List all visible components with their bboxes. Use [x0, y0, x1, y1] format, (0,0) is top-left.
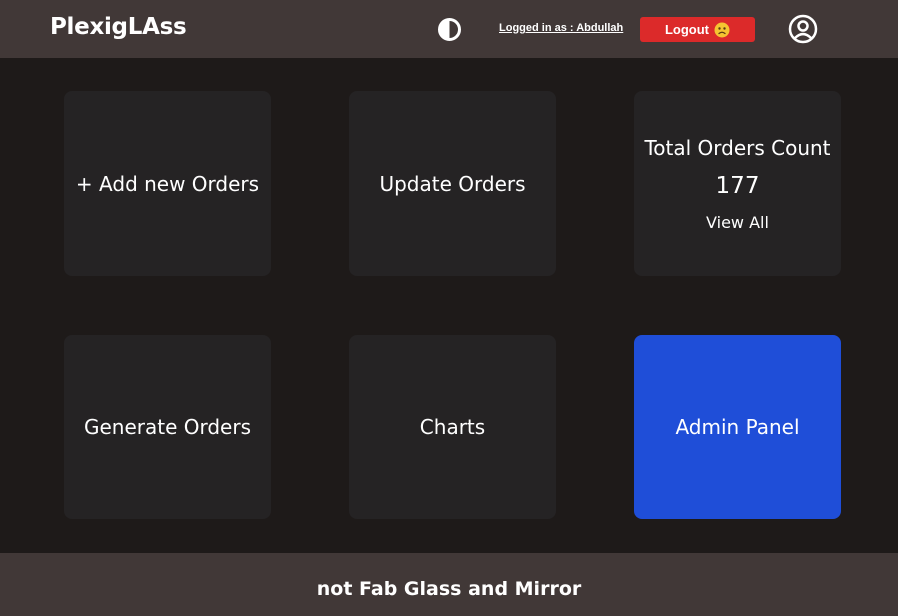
profile-button[interactable]: [788, 14, 818, 44]
theme-toggle-button[interactable]: [437, 17, 462, 42]
logout-button[interactable]: Logout: [640, 17, 755, 42]
charts-card[interactable]: Charts: [349, 335, 556, 519]
generate-orders-label: Generate Orders: [83, 415, 252, 439]
charts-label: Charts: [419, 415, 486, 439]
update-orders-card[interactable]: Update Orders: [349, 91, 556, 276]
user-circle-icon: [788, 14, 818, 44]
footer-text: not Fab Glass and Mirror: [316, 577, 582, 600]
total-orders-card: Total Orders Count 177 View All: [634, 91, 841, 276]
generate-orders-card[interactable]: Generate Orders: [64, 335, 271, 519]
total-orders-count: 177: [715, 172, 760, 199]
add-orders-label: + Add new Orders: [75, 171, 260, 196]
admin-panel-label: Admin Panel: [675, 415, 800, 439]
navbar: PlexigLAss Logged in as : Abdullah Logou…: [0, 0, 898, 58]
update-orders-label: Update Orders: [379, 171, 526, 196]
view-all-link[interactable]: View All: [706, 213, 769, 232]
footer: not Fab Glass and Mirror: [0, 553, 898, 616]
admin-panel-card[interactable]: Admin Panel: [634, 335, 841, 519]
logged-in-user-link[interactable]: Logged in as : Abdullah: [499, 22, 623, 34]
brand-logo[interactable]: PlexigLAss: [50, 14, 187, 40]
add-orders-card[interactable]: + Add new Orders: [64, 91, 271, 276]
worried-face-icon: [714, 22, 730, 38]
logout-label: Logout: [664, 22, 710, 37]
contrast-icon: [438, 18, 461, 41]
total-orders-title: Total Orders Count: [644, 135, 831, 160]
